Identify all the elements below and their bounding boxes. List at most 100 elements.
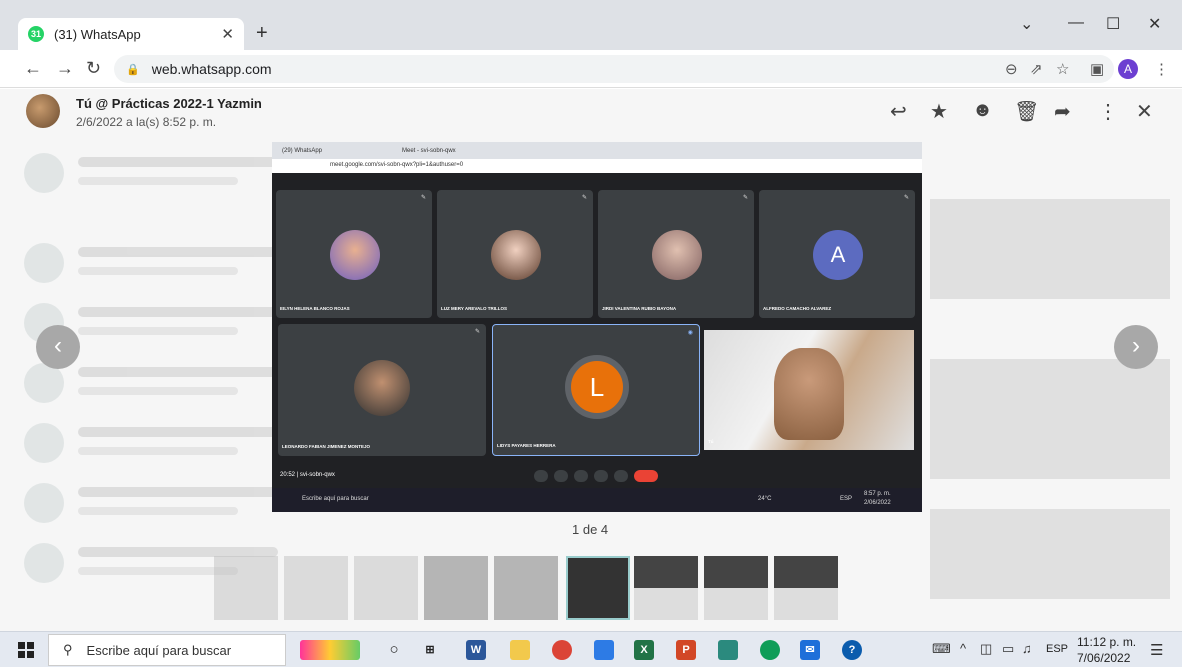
word-icon[interactable]: W <box>466 640 486 660</box>
zoom-app-icon[interactable] <box>594 640 614 660</box>
tab-search-icon[interactable]: ⌄ <box>1020 14 1033 34</box>
speaking-icon: ◉ <box>687 330 693 336</box>
back-icon[interactable]: ← <box>24 58 42 79</box>
screenshot-clock-date: 2/06/2022 <box>864 500 891 506</box>
show-hidden-icon[interactable]: ^ <box>960 641 966 656</box>
media-thumbnail[interactable] <box>214 556 278 620</box>
mic-muted-icon: ✎ <box>581 195 587 201</box>
tab-title: (31) WhatsApp <box>54 26 141 42</box>
volume-icon[interactable]: ♫ <box>1022 641 1032 656</box>
end-call-button <box>634 470 658 482</box>
task-view-icon[interactable]: ⊞ <box>420 640 440 660</box>
screenshot-url-bar: meet.google.com/svi-sobn-qwx?pli=1&authu… <box>272 159 922 173</box>
participant-photo <box>330 230 380 280</box>
ghost-media <box>930 359 1170 479</box>
ghost-media <box>930 509 1170 599</box>
participant-tile: ✎ LEONARDO FABIAN JIMENEZ MONTEJO <box>278 324 486 456</box>
self-video-tile: Tú <box>704 330 914 450</box>
taskbar-search-text: Escribe aquí para buscar <box>86 642 232 658</box>
powerpoint-icon[interactable]: P <box>676 640 696 660</box>
edge-icon[interactable] <box>760 640 780 660</box>
star-icon[interactable]: ★ <box>930 99 948 124</box>
participant-tile: ✎ JIRDI VALENTINA RUBIO BAYONA <box>598 190 754 318</box>
battery-icon[interactable]: ▭ <box>1002 641 1014 657</box>
participant-photo <box>491 230 541 280</box>
screenshot-lang: ESP <box>840 496 853 502</box>
windows-start-icon[interactable] <box>18 642 34 658</box>
ghost-media <box>930 199 1170 299</box>
delete-icon[interactable]: 🗑 <box>1014 99 1039 124</box>
media-thumbnail[interactable] <box>354 556 418 620</box>
close-window-button[interactable]: ✕ <box>1148 14 1161 34</box>
news-widget-icon[interactable] <box>300 640 360 660</box>
taskbar-search-box[interactable]: ⚲ Escribe aquí para buscar <box>48 634 286 666</box>
lock-icon: 🔒 <box>126 63 140 76</box>
address-bar: ← → ↻ 🔒 web.whatsapp.com ⊖ ⇗ ☆ ▣ A ⋮ <box>0 50 1182 88</box>
camera-button <box>554 470 568 482</box>
browser-tab-bar: 31 (31) WhatsApp ✕ + ⌄ — ☐ ✕ <box>0 0 1182 50</box>
screenshot-url: meet.google.com/svi-sobn-qwx?pli=1&authu… <box>330 162 464 168</box>
network-icon[interactable]: ◫ <box>980 641 992 657</box>
meet-control-bar: 20:52 | svi-sobn-qwx <box>272 464 922 488</box>
help-icon[interactable]: ? <box>842 640 862 660</box>
message-timestamp: 2/6/2022 a la(s) 8:52 p. m. <box>76 115 217 129</box>
shared-image-meet-screenshot: (29) WhatsApp Meet - svi-sobn-qwx meet.g… <box>272 142 922 512</box>
notifications-icon[interactable]: ☰ <box>1150 641 1163 659</box>
previous-media-button[interactable]: ‹ <box>36 325 80 369</box>
menu-icon[interactable]: ⋮ <box>1154 60 1169 78</box>
clock-date[interactable]: 7/06/2022 <box>1077 651 1130 665</box>
sender-avatar[interactable] <box>26 94 60 128</box>
screenshot-clock-time: 8:57 p. m. <box>864 491 891 497</box>
participant-name: LIDYS PAYARES HERRERA <box>497 443 556 448</box>
excel-icon[interactable]: X <box>634 640 654 660</box>
reply-icon[interactable]: ↩ <box>890 99 907 124</box>
close-viewer-icon[interactable]: ✕ <box>1136 99 1153 124</box>
sender-name: Tú @ Prácticas 2022-1 Yazmin <box>76 96 262 111</box>
participant-photo <box>354 360 410 416</box>
participant-photo <box>652 230 702 280</box>
media-thumbnail[interactable] <box>284 556 348 620</box>
media-thumbnail[interactable] <box>704 556 768 620</box>
screenshot-search: Escribe aquí para buscar <box>302 496 369 502</box>
file-explorer-icon[interactable] <box>510 640 530 660</box>
forward-icon[interactable]: → <box>56 58 74 79</box>
side-panel-icon[interactable]: ▣ <box>1090 60 1104 78</box>
raise-hand-button <box>574 470 588 482</box>
maximize-button[interactable]: ☐ <box>1106 14 1120 34</box>
media-thumbnail[interactable] <box>424 556 488 620</box>
minimize-button[interactable]: — <box>1068 14 1084 32</box>
share-icon[interactable]: ⇗ <box>1030 60 1043 78</box>
bookmark-star-icon[interactable]: ☆ <box>1056 60 1069 78</box>
react-emoji-icon[interactable]: ☻ <box>972 99 993 122</box>
new-tab-button[interactable]: + <box>256 22 268 45</box>
screenshot-tab-whatsapp: (29) WhatsApp <box>282 148 323 154</box>
reload-icon[interactable]: ↻ <box>86 58 101 79</box>
forward-icon[interactable]: ➦ <box>1054 99 1071 124</box>
participant-name: LEONARDO FABIAN JIMENEZ MONTEJO <box>282 444 371 449</box>
media-viewer-header: Tú @ Prácticas 2022-1 Yazmin 2/6/2022 a … <box>16 89 1182 139</box>
close-tab-icon[interactable]: ✕ <box>221 25 234 43</box>
media-thumbnail[interactable] <box>634 556 698 620</box>
store-icon[interactable] <box>718 640 738 660</box>
clock-time[interactable]: 11:12 p. m. <box>1077 635 1136 649</box>
url-field[interactable]: 🔒 web.whatsapp.com <box>114 55 1114 83</box>
media-thumbnail-selected[interactable] <box>566 556 630 620</box>
tab-whatsapp[interactable]: 31 (31) WhatsApp ✕ <box>18 18 244 50</box>
participant-name: LUZ MERY AREVALO TRILLOS <box>441 306 507 311</box>
media-thumbnail[interactable] <box>494 556 558 620</box>
profile-avatar[interactable]: A <box>1118 59 1138 79</box>
media-thumbnail[interactable] <box>774 556 838 620</box>
keyboard-icon[interactable]: ⌨ <box>932 641 951 657</box>
mic-muted-icon: ✎ <box>903 195 909 201</box>
whatsapp-icon: 31 <box>28 26 44 42</box>
more-options-icon[interactable]: ⋮ <box>1098 99 1118 124</box>
chrome-icon[interactable] <box>552 640 572 660</box>
language-indicator[interactable]: ESP <box>1046 643 1068 655</box>
mail-icon[interactable]: ✉ <box>800 640 820 660</box>
cortana-icon[interactable]: ○ <box>384 640 404 660</box>
mic-muted-icon: ✎ <box>420 195 426 201</box>
participant-name: JIRDI VALENTINA RUBIO BAYONA <box>602 306 677 311</box>
meeting-time-code: 20:52 | svi-sobn-qwx <box>280 472 335 478</box>
zoom-icon[interactable]: ⊖ <box>1005 60 1018 78</box>
next-media-button[interactable]: › <box>1114 325 1158 369</box>
